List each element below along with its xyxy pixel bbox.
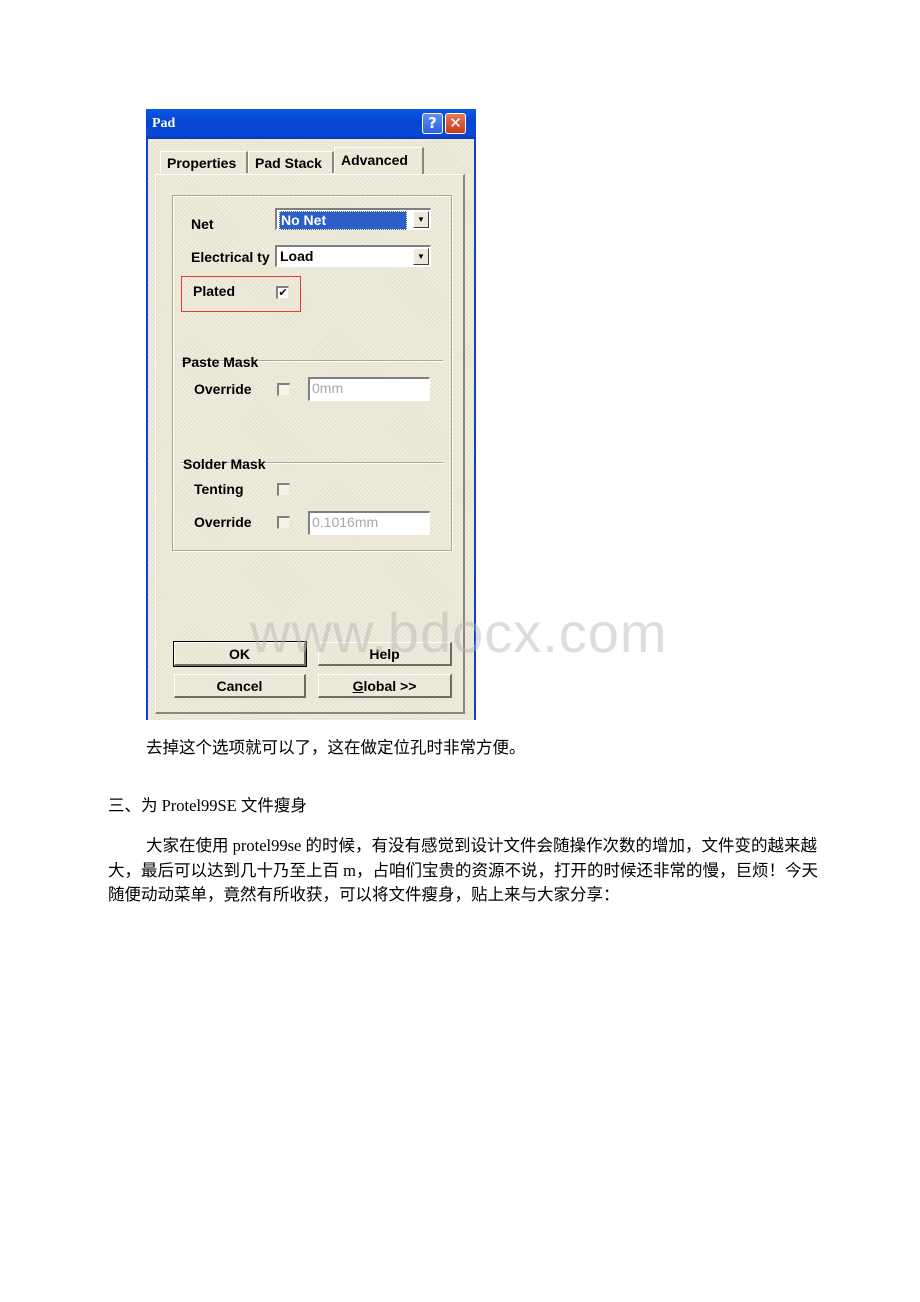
electrical-type-select[interactable]: Load ▼ — [275, 245, 431, 267]
paste-mask-value-input[interactable]: 0mm — [308, 377, 430, 401]
solder-mask-title: Solder Mask — [183, 456, 266, 472]
advanced-panel: Net No Net ▼ Electrical ty Load ▼ Plated… — [155, 174, 465, 714]
solder-mask-value-input[interactable]: 0.1016mm — [308, 511, 430, 535]
chevron-down-icon[interactable]: ▼ — [413, 211, 429, 228]
paste-mask-title: Paste Mask — [182, 354, 259, 370]
global-button[interactable]: Global >> — [318, 674, 452, 698]
global-button-label: lobal >> — [363, 678, 417, 694]
plated-checkbox[interactable]: ✔ — [276, 286, 289, 299]
dialog-titlebar[interactable]: Pad ? ✕ — [146, 109, 476, 139]
tenting-checkbox[interactable] — [277, 483, 290, 496]
plated-label: Plated — [193, 283, 236, 299]
solder-mask-override-checkbox[interactable] — [277, 516, 290, 529]
close-icon[interactable]: ✕ — [445, 113, 466, 134]
global-button-accelerator: G — [352, 678, 364, 694]
electrical-type-value: Load — [280, 248, 314, 264]
paste-mask-override-checkbox[interactable] — [277, 383, 290, 396]
image-caption: 去掉这个选项就可以了，这在做定位孔时非常方便。 — [146, 738, 526, 757]
tenting-label: Tenting — [194, 481, 244, 497]
net-select[interactable]: No Net ▼ — [275, 208, 431, 230]
dialog-title: Pad — [152, 116, 176, 131]
tab-advanced[interactable]: Advanced — [334, 147, 424, 175]
solder-mask-override-label: Override — [194, 514, 252, 530]
electrical-type-label: Electrical ty — [191, 249, 270, 265]
body-paragraph: 大家在使用 protel99se 的时候，有没有感觉到设计文件会随操作次数的增加… — [108, 836, 818, 904]
tab-pad-stack[interactable]: Pad Stack — [248, 151, 334, 173]
pad-dialog: Pad ? ✕ Properties Pad Stack Advanced Ne… — [146, 109, 476, 720]
chevron-down-icon[interactable]: ▼ — [413, 248, 429, 265]
section-heading: 三、为 Protel99SE 文件瘦身 — [108, 796, 307, 815]
help-button[interactable]: Help — [318, 642, 452, 666]
net-label: Net — [191, 216, 214, 232]
net-select-value: No Net — [279, 211, 407, 230]
properties-group: Net No Net ▼ Electrical ty Load ▼ Plated… — [172, 195, 452, 551]
help-icon[interactable]: ? — [422, 113, 443, 134]
ok-button[interactable]: OK — [173, 641, 307, 667]
cancel-button[interactable]: Cancel — [174, 674, 306, 698]
paste-mask-override-label: Override — [194, 381, 252, 397]
tab-properties[interactable]: Properties — [160, 151, 248, 173]
